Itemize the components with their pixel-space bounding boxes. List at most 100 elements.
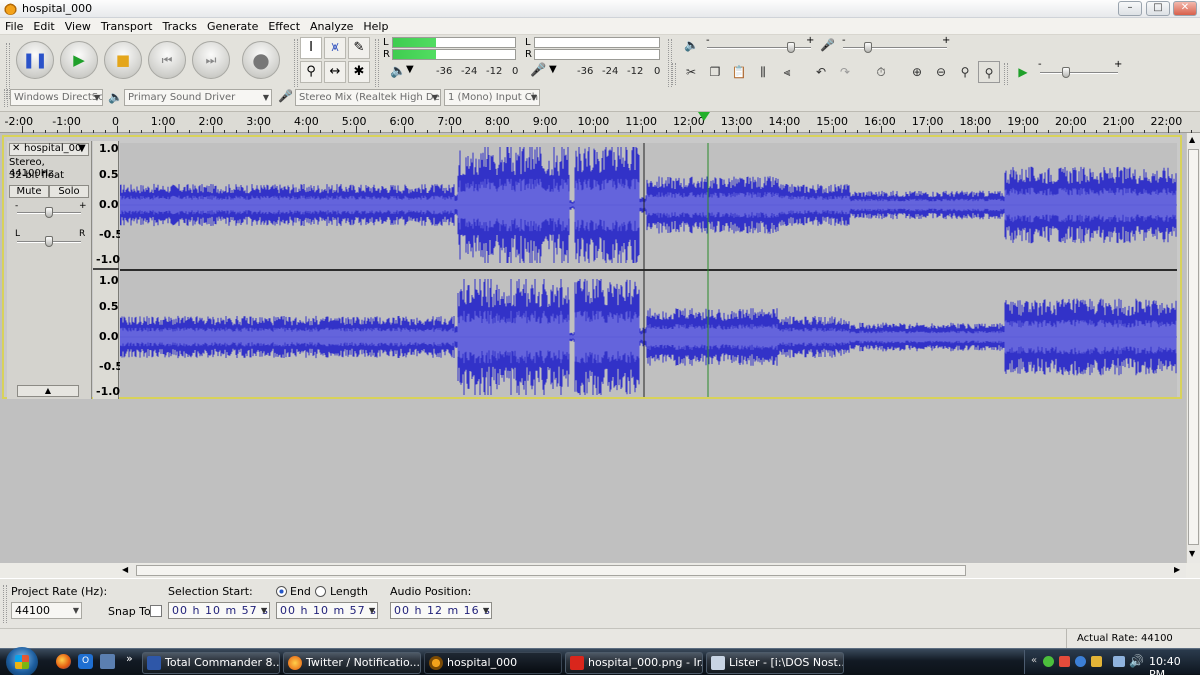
output-volume-slider[interactable] [707, 47, 811, 49]
zoom-in-button[interactable]: ⊕ [906, 61, 928, 83]
horizontal-scroll-thumb[interactable] [136, 565, 966, 576]
minimize-button[interactable]: – [1118, 1, 1142, 16]
toolbar-grip[interactable] [4, 89, 8, 107]
gain-slider-thumb[interactable] [45, 207, 53, 218]
length-radio[interactable] [315, 586, 326, 597]
play-button[interactable]: ▶ [60, 41, 98, 79]
network-icon[interactable] [1113, 656, 1125, 667]
vertical-scroll-thumb[interactable] [1188, 149, 1199, 545]
show-desktop-icon[interactable] [100, 654, 115, 669]
playback-device-select[interactable]: Primary Sound Driver ▼ [124, 89, 272, 106]
horizontal-scrollbar[interactable]: ◀ ▶ [120, 564, 1186, 578]
selection-start-time[interactable]: 00 h 10 m 57 s ▼ [168, 602, 270, 619]
toolbar-grip[interactable] [1004, 63, 1008, 85]
scroll-up-icon[interactable]: ▲ [1189, 135, 1195, 144]
menu-view[interactable]: View [60, 18, 96, 35]
vertical-scrollbar[interactable]: ▲ ▼ [1186, 133, 1200, 563]
recording-device-select[interactable]: Stereo Mix (Realtek High Defin ▼ [295, 89, 441, 106]
toolbar-grip[interactable] [294, 39, 298, 87]
play-speed-thumb[interactable] [1062, 67, 1070, 78]
menu-generate[interactable]: Generate [202, 18, 263, 35]
tray-update-icon[interactable] [1075, 656, 1086, 667]
sync-lock-button[interactable]: ⏱ [870, 61, 892, 83]
maximize-button[interactable]: □ [1146, 1, 1170, 16]
snap-to-checkbox[interactable] [150, 605, 162, 617]
paste-button[interactable]: 📋 [728, 61, 750, 83]
tray-app-icon[interactable] [1059, 656, 1070, 667]
multi-tool[interactable]: ✱ [348, 61, 370, 83]
audio-host-select[interactable]: Windows DirectSc ▼ [10, 89, 103, 106]
playhead-marker[interactable] [698, 112, 710, 121]
output-volume-thumb[interactable] [787, 42, 795, 53]
tray-expand-icon[interactable]: « [1031, 655, 1037, 666]
record-meter-left[interactable] [534, 37, 660, 48]
collapse-track-button[interactable]: ▲ [17, 385, 79, 397]
play-at-speed-button[interactable]: ▶ [1012, 61, 1034, 83]
close-button[interactable]: ✕ [1173, 1, 1197, 16]
pause-button[interactable]: ❚❚ [16, 41, 54, 79]
taskbar-irfanview[interactable]: hospital_000.png - Ir... [565, 652, 703, 674]
scroll-right-icon[interactable]: ▶ [1174, 565, 1180, 574]
zoom-out-button[interactable]: ⊖ [930, 61, 952, 83]
tray-power-icon[interactable] [1091, 656, 1102, 667]
clock[interactable]: 10:40 PM [1149, 655, 1200, 675]
fit-selection-button[interactable]: ⚲ [954, 61, 976, 83]
menu-effect[interactable]: Effect [263, 18, 305, 35]
menu-transport[interactable]: Transport [96, 18, 158, 35]
record-meter-menu-arrow[interactable]: ▼ [549, 64, 557, 75]
taskbar-audacity[interactable]: hospital_000 [424, 652, 562, 674]
menu-edit[interactable]: Edit [28, 18, 59, 35]
taskbar-lister[interactable]: Lister - [i:\DOS Nost... [706, 652, 844, 674]
zoom-tool[interactable]: ⚲ [300, 61, 322, 83]
project-rate-select[interactable]: 44100 ▼ [11, 602, 82, 619]
toolbar-grip[interactable] [3, 585, 7, 623]
undo-button[interactable]: ↶ [810, 61, 832, 83]
menu-file[interactable]: File [0, 18, 28, 35]
tray-security-icon[interactable] [1043, 656, 1054, 667]
time-shift-tool[interactable]: ↔ [324, 61, 346, 83]
toolbar-grip[interactable] [672, 63, 676, 85]
cut-button[interactable]: ✂ [680, 61, 702, 83]
recording-channels-select[interactable]: 1 (Mono) Input Ch ▼ [444, 89, 540, 106]
envelope-tool[interactable]: ⩙ [324, 37, 346, 59]
mute-button[interactable]: Mute [9, 185, 49, 198]
redo-button[interactable]: ↷ [834, 61, 856, 83]
play-meter-menu-arrow[interactable]: ▼ [406, 64, 414, 75]
record-button[interactable]: ● [242, 41, 280, 79]
scroll-down-icon[interactable]: ▼ [1189, 549, 1195, 558]
record-meter-right[interactable] [534, 49, 660, 60]
taskbar-twitter[interactable]: Twitter / Notificatio... [283, 652, 421, 674]
input-volume-thumb[interactable] [864, 42, 872, 53]
skip-to-end-button[interactable]: ⏭ [192, 41, 230, 79]
audio-track[interactable]: ✕ hospital_00 ▼ Stereo, 44100Hz 32-bit f… [2, 135, 1182, 399]
input-volume-slider[interactable] [843, 47, 947, 49]
draw-tool[interactable]: ✎ [348, 37, 370, 59]
outlook-quicklaunch-icon[interactable]: O [78, 654, 93, 669]
menu-help[interactable]: Help [358, 18, 393, 35]
waveform-display[interactable] [120, 143, 1177, 397]
taskbar-total-commander[interactable]: Total Commander 8... [142, 652, 280, 674]
volume-icon[interactable]: 🔊 [1129, 654, 1144, 668]
toolbar-grip[interactable] [375, 39, 379, 87]
timeline-ruler[interactable]: -2:00 -1:00 0 1:00 2:00 3:00 4:00 5:00 6:00 7:00 8… [0, 112, 1200, 133]
end-radio[interactable] [276, 586, 287, 597]
menu-tracks[interactable]: Tracks [157, 18, 202, 35]
play-meter-left[interactable] [392, 37, 516, 48]
copy-button[interactable]: ❐ [704, 61, 726, 83]
trim-button[interactable]: ⫼ [752, 61, 774, 83]
fit-project-button[interactable]: ⚲ [978, 61, 1000, 83]
skip-to-start-button[interactable]: ⏮ [148, 41, 186, 79]
scroll-left-icon[interactable]: ◀ [122, 565, 128, 574]
selection-end-time[interactable]: 00 h 10 m 57 s ▼ [276, 602, 378, 619]
play-speed-slider[interactable] [1040, 72, 1118, 74]
firefox-quicklaunch-icon[interactable] [56, 654, 71, 669]
more-quicklaunch-icon[interactable]: » [126, 652, 133, 665]
selection-tool[interactable]: I [300, 37, 322, 59]
pan-slider-thumb[interactable] [45, 236, 53, 247]
silence-button[interactable]: ⫷ [776, 61, 798, 83]
start-button[interactable] [6, 647, 38, 675]
solo-button[interactable]: Solo [49, 185, 89, 198]
close-track-icon[interactable]: ✕ [12, 143, 20, 154]
menu-analyze[interactable]: Analyze [305, 18, 358, 35]
stop-button[interactable]: ■ [104, 41, 142, 79]
